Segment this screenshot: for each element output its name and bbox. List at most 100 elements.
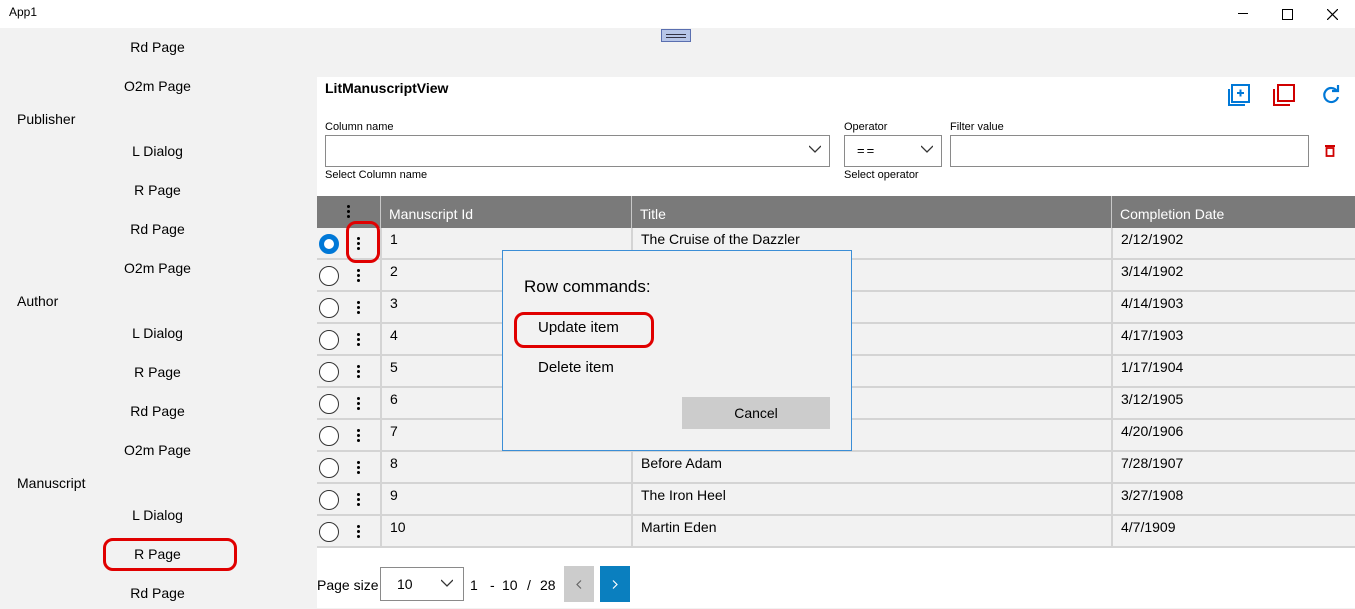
row-select-radio[interactable] [319,330,339,350]
row-select-radio[interactable] [319,266,339,286]
row-commands-icon[interactable] [357,269,360,283]
row-select-radio[interactable] [319,490,339,510]
cell-date: 4/7/1909 [1111,516,1355,546]
row-commands-dialog: Row commands: Update item Delete item Ca… [502,250,852,451]
cell-id: 10 [380,516,631,546]
sidebar-item[interactable]: Rd Page [0,33,315,63]
table-row[interactable]: 9 The Iron Heel 3/27/1908 [317,484,1355,516]
cell-date: 4/20/1906 [1111,420,1355,450]
maximize-button[interactable] [1264,0,1310,28]
sidebar-group-label: Author [17,293,59,309]
cell-title: Before Adam [631,452,1111,482]
sidebar-group-publisher[interactable]: Publisher [0,105,315,135]
minimize-button[interactable] [1220,0,1266,28]
delete-item-button[interactable]: Delete item [538,359,614,376]
sidebar: Rd Page O2m Page Publisher L Dialog R Pa… [0,28,310,608]
sidebar-item-label: R Page [134,364,181,380]
page-size-value: 10 [397,576,413,592]
cell-date: 3/14/1902 [1111,260,1355,290]
sidebar-item[interactable]: O2m Page [0,254,315,284]
column-name-hint: Select Column name [325,169,428,181]
minimize-icon [1238,13,1248,14]
sidebar-item[interactable]: Rd Page [0,215,315,245]
multi-select-button[interactable] [1272,83,1296,107]
sidebar-item[interactable]: R Page [0,176,315,206]
sidebar-item[interactable]: R Page [0,358,315,388]
sidebar-item-label: O2m Page [124,78,191,94]
operator-select[interactable]: == [844,135,942,167]
row-commands-icon[interactable] [357,461,360,475]
cell-date: 7/28/1907 [1111,452,1355,482]
row-select-radio[interactable] [319,522,339,542]
sidebar-item-label: Rd Page [130,585,185,601]
chevron-left-icon [576,579,582,589]
chevron-down-icon [441,579,453,587]
sidebar-group-author[interactable]: Author [0,287,315,317]
filter-value-input[interactable] [950,135,1309,167]
row-commands-icon[interactable] [357,429,360,443]
cell-date: 4/17/1903 [1111,324,1355,354]
cell-id: 9 [380,484,631,514]
sidebar-item[interactable]: L Dialog [0,137,315,167]
add-item-icon [1228,84,1250,106]
pane-toggle-button[interactable] [661,29,691,42]
dialog-title: Row commands: [524,277,651,296]
sidebar-item-label: L Dialog [132,143,183,159]
sidebar-item-r-page-active[interactable]: R Page [0,540,315,570]
chevron-down-icon [809,145,821,153]
cell-date: 1/17/1904 [1111,356,1355,386]
sidebar-item-label: R Page [134,546,181,562]
column-header-id[interactable]: Manuscript Id [380,196,631,228]
column-name-select[interactable] [325,135,830,167]
row-commands-icon[interactable] [357,365,360,379]
sidebar-item[interactable]: Rd Page [0,397,315,427]
row-select-radio[interactable] [319,234,339,254]
page-size-select[interactable]: 10 [380,567,464,601]
refresh-icon [1323,85,1340,104]
sidebar-item[interactable]: L Dialog [0,501,315,531]
row-commands-icon[interactable] [357,333,360,347]
sidebar-item[interactable]: Rd Page [0,579,315,609]
sidebar-item[interactable]: O2m Page [0,72,315,102]
sidebar-group-manuscript[interactable]: Manuscript [0,469,315,499]
row-select-radio[interactable] [319,458,339,478]
row-commands-icon[interactable] [357,525,360,539]
column-header-date[interactable]: Completion Date [1111,196,1355,228]
trash-icon[interactable] [1324,144,1336,158]
refresh-button[interactable] [1319,83,1343,107]
row-commands-icon[interactable] [357,493,360,507]
operator-hint: Select operator [844,169,919,181]
column-name-label: Column name [325,121,394,133]
row-select-radio[interactable] [319,394,339,414]
row-select-radio[interactable] [319,362,339,382]
cancel-button[interactable]: Cancel [682,397,830,429]
sidebar-item[interactable]: L Dialog [0,319,315,349]
cell-date: 2/12/1902 [1111,228,1355,258]
prev-page-button[interactable] [564,566,594,602]
row-commands-icon[interactable] [357,397,360,411]
title-bar: App1 [0,0,1355,28]
table-row[interactable]: 8 Before Adam 7/28/1907 [317,452,1355,484]
range-start: 1 [470,577,478,593]
next-page-button[interactable] [600,566,630,602]
operator-value: == [857,143,877,158]
add-item-button[interactable] [1227,83,1251,107]
cell-id: 8 [380,452,631,482]
multi-select-icon [1273,84,1295,106]
total-separator: / [527,577,531,593]
sidebar-item[interactable]: O2m Page [0,436,315,466]
row-commands-icon[interactable] [357,237,360,251]
column-header-title[interactable]: Title [631,196,1111,228]
close-button[interactable] [1309,0,1355,28]
table-row[interactable]: 10 Martin Eden 4/7/1909 [317,516,1355,548]
row-select-radio[interactable] [319,426,339,446]
sidebar-item-label: Rd Page [130,403,185,419]
grid-header: Manuscript Id Title Completion Date [317,196,1355,228]
sidebar-group-label: Manuscript [17,475,86,491]
sidebar-group-label: Publisher [17,111,76,127]
cell-title: Martin Eden [631,516,1111,546]
update-item-button[interactable]: Update item [538,319,619,336]
row-select-radio[interactable] [319,298,339,318]
row-commands-icon[interactable] [357,301,360,315]
cell-date: 3/12/1905 [1111,388,1355,418]
